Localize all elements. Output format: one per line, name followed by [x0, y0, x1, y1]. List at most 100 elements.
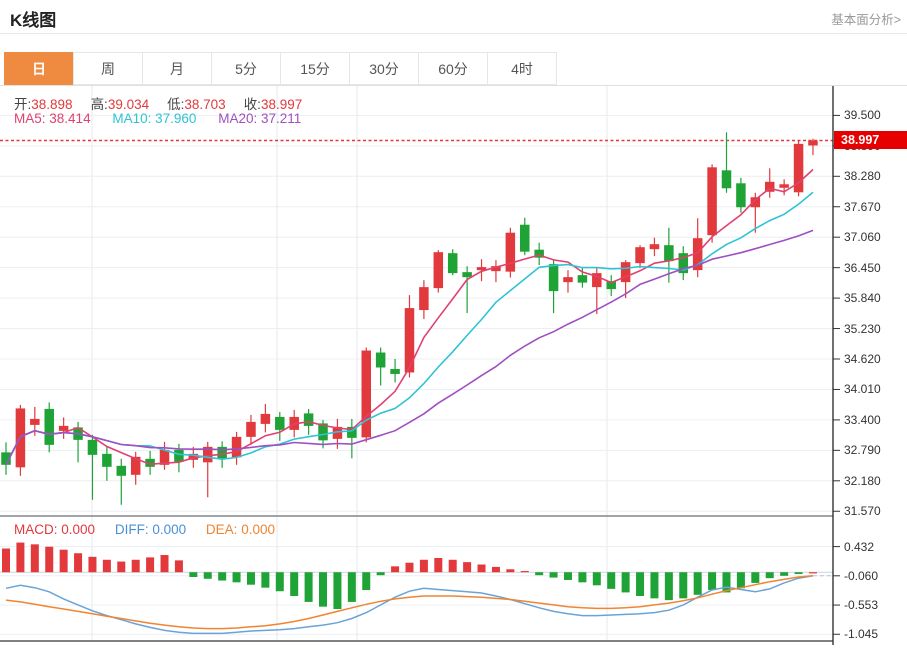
high-label: 高: [91, 97, 108, 112]
macd-hist-bar [506, 569, 514, 572]
macd-hist-bar [550, 572, 558, 577]
price-axis-label: 37.060 [844, 230, 904, 244]
close-label: 收: [244, 97, 261, 112]
candle-body [44, 409, 54, 445]
ma10-label: MA10: [112, 111, 151, 126]
diff-value: DIFF: 0.000 [115, 522, 186, 537]
candle-body [246, 422, 256, 437]
candle-body [261, 414, 271, 424]
macd-hist-bar [348, 572, 356, 602]
candle-body [635, 247, 645, 263]
macd-hist-bar [780, 572, 788, 576]
macd-hist-bar [161, 555, 169, 572]
macd-hist-bar [578, 572, 586, 582]
candle-body [621, 262, 631, 282]
macd-hist-bar [751, 572, 759, 583]
macd-hist-bar [679, 572, 687, 598]
macd-hist-bar [74, 553, 82, 572]
macd-hist-bar [463, 562, 471, 572]
candle-body [664, 245, 674, 261]
price-axis-label: 32.790 [844, 443, 904, 457]
ohlc-legend: 开:38.898高:39.034低:38.703收:38.997 [14, 93, 320, 113]
macd-hist-bar [103, 560, 111, 572]
candle-body [520, 225, 530, 252]
macd-value: MACD: 0.000 [14, 522, 95, 537]
macd-legend: MACD: 0.000 DIFF: 0.000 DEA: 0.000 [14, 522, 291, 537]
macd-hist-bar [132, 560, 140, 572]
macd-hist-bar [377, 572, 385, 575]
macd-hist-bar [261, 572, 269, 587]
macd-hist-bar [521, 571, 529, 572]
ma5-value: MA5: 38.414 [14, 111, 91, 126]
low-value: 38.703 [184, 97, 225, 112]
macd-hist-bar [60, 550, 68, 573]
macd-hist-bar [319, 572, 327, 606]
candle-body [434, 252, 444, 288]
candle-body [779, 184, 789, 187]
macd-label: MACD: [14, 522, 58, 537]
macd-hist-bar [478, 565, 486, 573]
candle-body [304, 413, 314, 425]
macd-hist-bar [795, 572, 803, 574]
macd-hist-bar [290, 572, 298, 596]
macd-hist-bar [45, 547, 53, 573]
diff-label: DIFF: [115, 522, 149, 537]
dea-label: DEA: [206, 522, 238, 537]
low-label: 低: [167, 97, 184, 112]
macd-hist-bar [766, 572, 774, 578]
candle-body [808, 141, 818, 146]
candle-body [736, 183, 746, 207]
macd-hist-bar [204, 572, 212, 579]
candle-body [88, 440, 98, 455]
last-price-tag: 38.997 [834, 131, 907, 149]
macd-hist-bar [708, 572, 716, 590]
price-axis-label: 34.010 [844, 382, 904, 396]
macd-hist-bar [2, 548, 10, 572]
candle-body [722, 170, 732, 188]
price-axis-label: 38.280 [844, 169, 904, 183]
macd-hist-bar [16, 543, 24, 573]
macd-hist-bar [218, 572, 226, 580]
macd-hist-bar [737, 572, 745, 588]
macd-hist-bar [665, 572, 673, 600]
dea-value: DEA: 0.000 [206, 522, 275, 537]
ma20-value: MA20: 37.211 [218, 111, 301, 126]
kline-chart-page: K线图 基本面分析> 日 周 月 5分 15分 30分 60分 4时 开:38.… [0, 0, 907, 649]
price-axis-label: 34.620 [844, 352, 904, 366]
price-axis-label: 35.840 [844, 291, 904, 305]
macd-hist-bar [449, 560, 457, 572]
open-label: 开: [14, 97, 31, 112]
macd-hist-bar [492, 567, 500, 572]
candle-body [405, 308, 415, 372]
candle-body [707, 167, 717, 235]
macd-hist-bar [305, 572, 313, 602]
candle-body [549, 264, 559, 291]
candle-body [448, 253, 458, 273]
macd-axis-label: -0.553 [844, 598, 904, 612]
open-value: 38.898 [31, 97, 72, 112]
ma20-label: MA20: [218, 111, 257, 126]
candle-body [419, 287, 429, 310]
price-axis-label: 33.400 [844, 413, 904, 427]
ma10-value: MA10: 37.960 [112, 111, 196, 126]
macd-hist-bar [420, 560, 428, 572]
macd-axis-label: -0.060 [844, 569, 904, 583]
candle-body [30, 419, 40, 425]
macd-hist-bar [276, 572, 284, 591]
candle-body [578, 275, 588, 282]
macd-hist-bar [333, 572, 341, 609]
macd-hist-bar [247, 572, 255, 584]
price-axis-label: 39.500 [844, 108, 904, 122]
macd-axis-label: -1.045 [844, 627, 904, 641]
candle-body [59, 426, 69, 431]
macd-hist-bar [564, 572, 572, 580]
macd-hist-bar [189, 572, 197, 577]
candle-body [117, 466, 127, 476]
price-axis-label: 37.670 [844, 200, 904, 214]
macd-hist-bar [622, 572, 630, 592]
macd-hist-bar [175, 560, 183, 572]
candle-body [174, 450, 184, 462]
candle-body [462, 272, 472, 277]
price-axis-label: 36.450 [844, 261, 904, 275]
macd-hist-bar [31, 544, 39, 572]
